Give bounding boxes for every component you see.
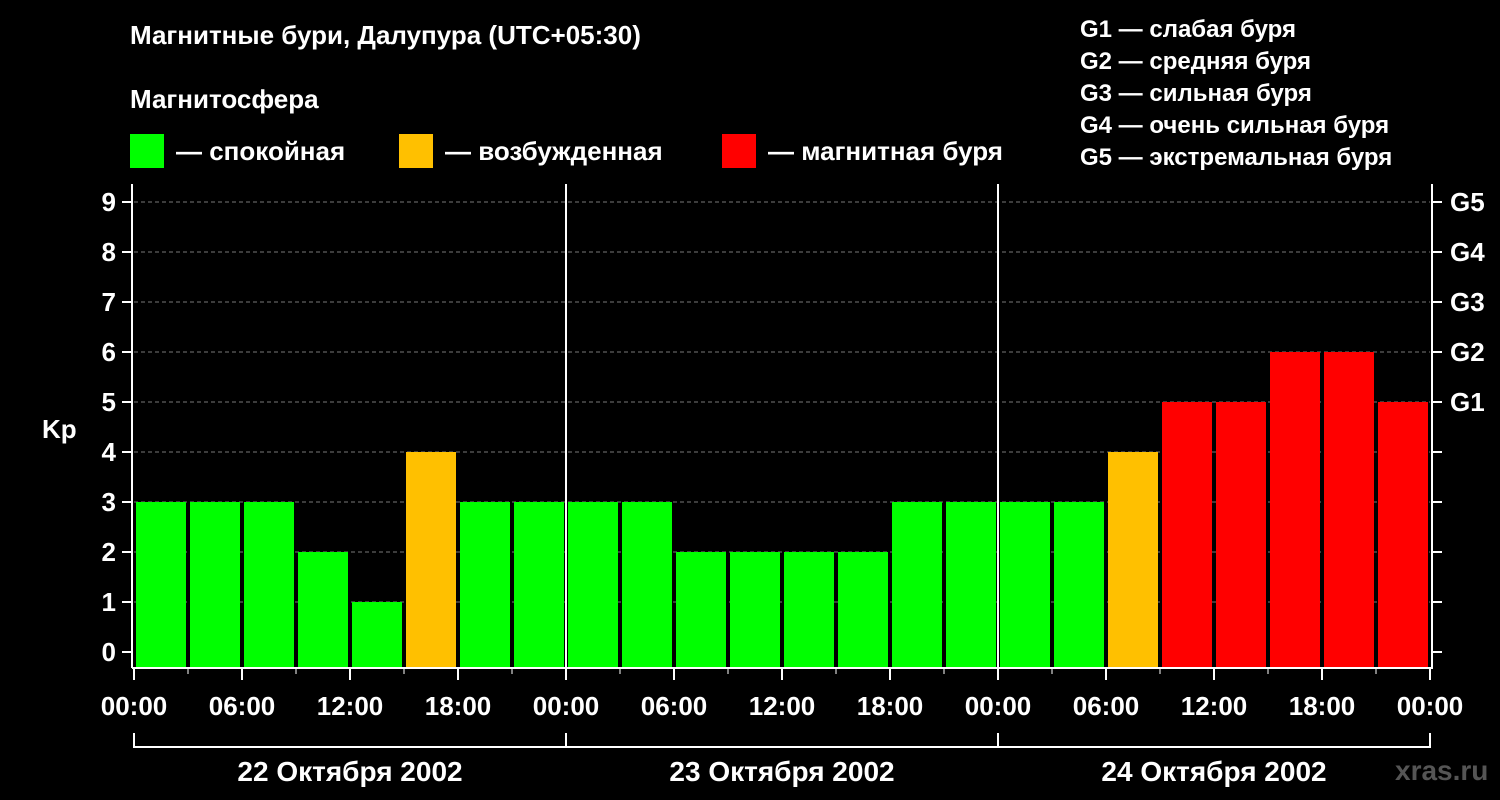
y-tick-label: 8 (102, 237, 116, 267)
y-tick-label: 1 (102, 587, 116, 617)
x-tick-label: 12:00 (317, 691, 384, 721)
x-tick-label: 06:00 (209, 691, 276, 721)
y-axis-label: Kp (42, 414, 77, 444)
day-label: 24 Октября 2002 (1101, 756, 1326, 787)
kp-bar (1324, 352, 1374, 668)
x-tick-label: 00:00 (533, 691, 600, 721)
kp-bar (838, 552, 888, 668)
kp-bar (136, 502, 186, 668)
x-tick-label: 06:00 (1073, 691, 1140, 721)
kp-bar (190, 502, 240, 668)
x-tick-label: 00:00 (101, 691, 168, 721)
y-tick-label: 2 (102, 537, 116, 567)
g-level-label: G1 (1450, 387, 1485, 417)
x-tick-label: 18:00 (425, 691, 492, 721)
watermark: xras.ru (1395, 755, 1489, 786)
kp-bar (298, 552, 348, 668)
kp-bar (1108, 452, 1158, 668)
y-tick-label: 9 (102, 187, 116, 217)
kp-bar (568, 502, 618, 668)
kp-bar (730, 552, 780, 668)
kp-bar (892, 502, 942, 668)
kp-bar (946, 502, 996, 668)
y-tick-label: 6 (102, 337, 116, 367)
g-level-label: G5 (1450, 187, 1485, 217)
kp-bar (514, 502, 564, 668)
x-tick-label: 18:00 (1289, 691, 1356, 721)
y-tick-label: 7 (102, 287, 116, 317)
kp-bar (784, 552, 834, 668)
kp-bar (244, 502, 294, 668)
g-level-label: G4 (1450, 237, 1485, 267)
g-level-label: G3 (1450, 287, 1485, 317)
kp-bar (1000, 502, 1050, 668)
y-tick-label: 4 (102, 437, 117, 467)
kp-bar (676, 552, 726, 668)
kp-bar (1270, 352, 1320, 668)
kp-bar (1162, 402, 1212, 668)
kp-bar (406, 452, 456, 668)
kp-bar (1054, 502, 1104, 668)
kp-bar-chart: 0 1 2 3 4 5 6 7 8 9 G1 G2 G3 G4 G5 Kp 00:00 06:00 12:00 18:… (42, 184, 1485, 787)
y-tick-label: 0 (102, 637, 116, 667)
x-tick-label: 12:00 (749, 691, 816, 721)
y-tick-label: 3 (102, 487, 116, 517)
kp-bar (460, 502, 510, 668)
g-level-label: G2 (1450, 337, 1485, 367)
x-tick-label: 06:00 (641, 691, 708, 721)
y-tick-label: 5 (102, 387, 116, 417)
day-label: 23 Октября 2002 (669, 756, 894, 787)
day-label: 22 Октября 2002 (237, 756, 462, 787)
kp-bar (1216, 402, 1266, 668)
x-tick-label: 00:00 (1397, 691, 1464, 721)
x-tick-label: 18:00 (857, 691, 924, 721)
kp-bar (622, 502, 672, 668)
kp-bar (1378, 402, 1428, 668)
x-tick-label: 12:00 (1181, 691, 1248, 721)
x-tick-label: 00:00 (965, 691, 1032, 721)
kp-bar (352, 602, 402, 668)
